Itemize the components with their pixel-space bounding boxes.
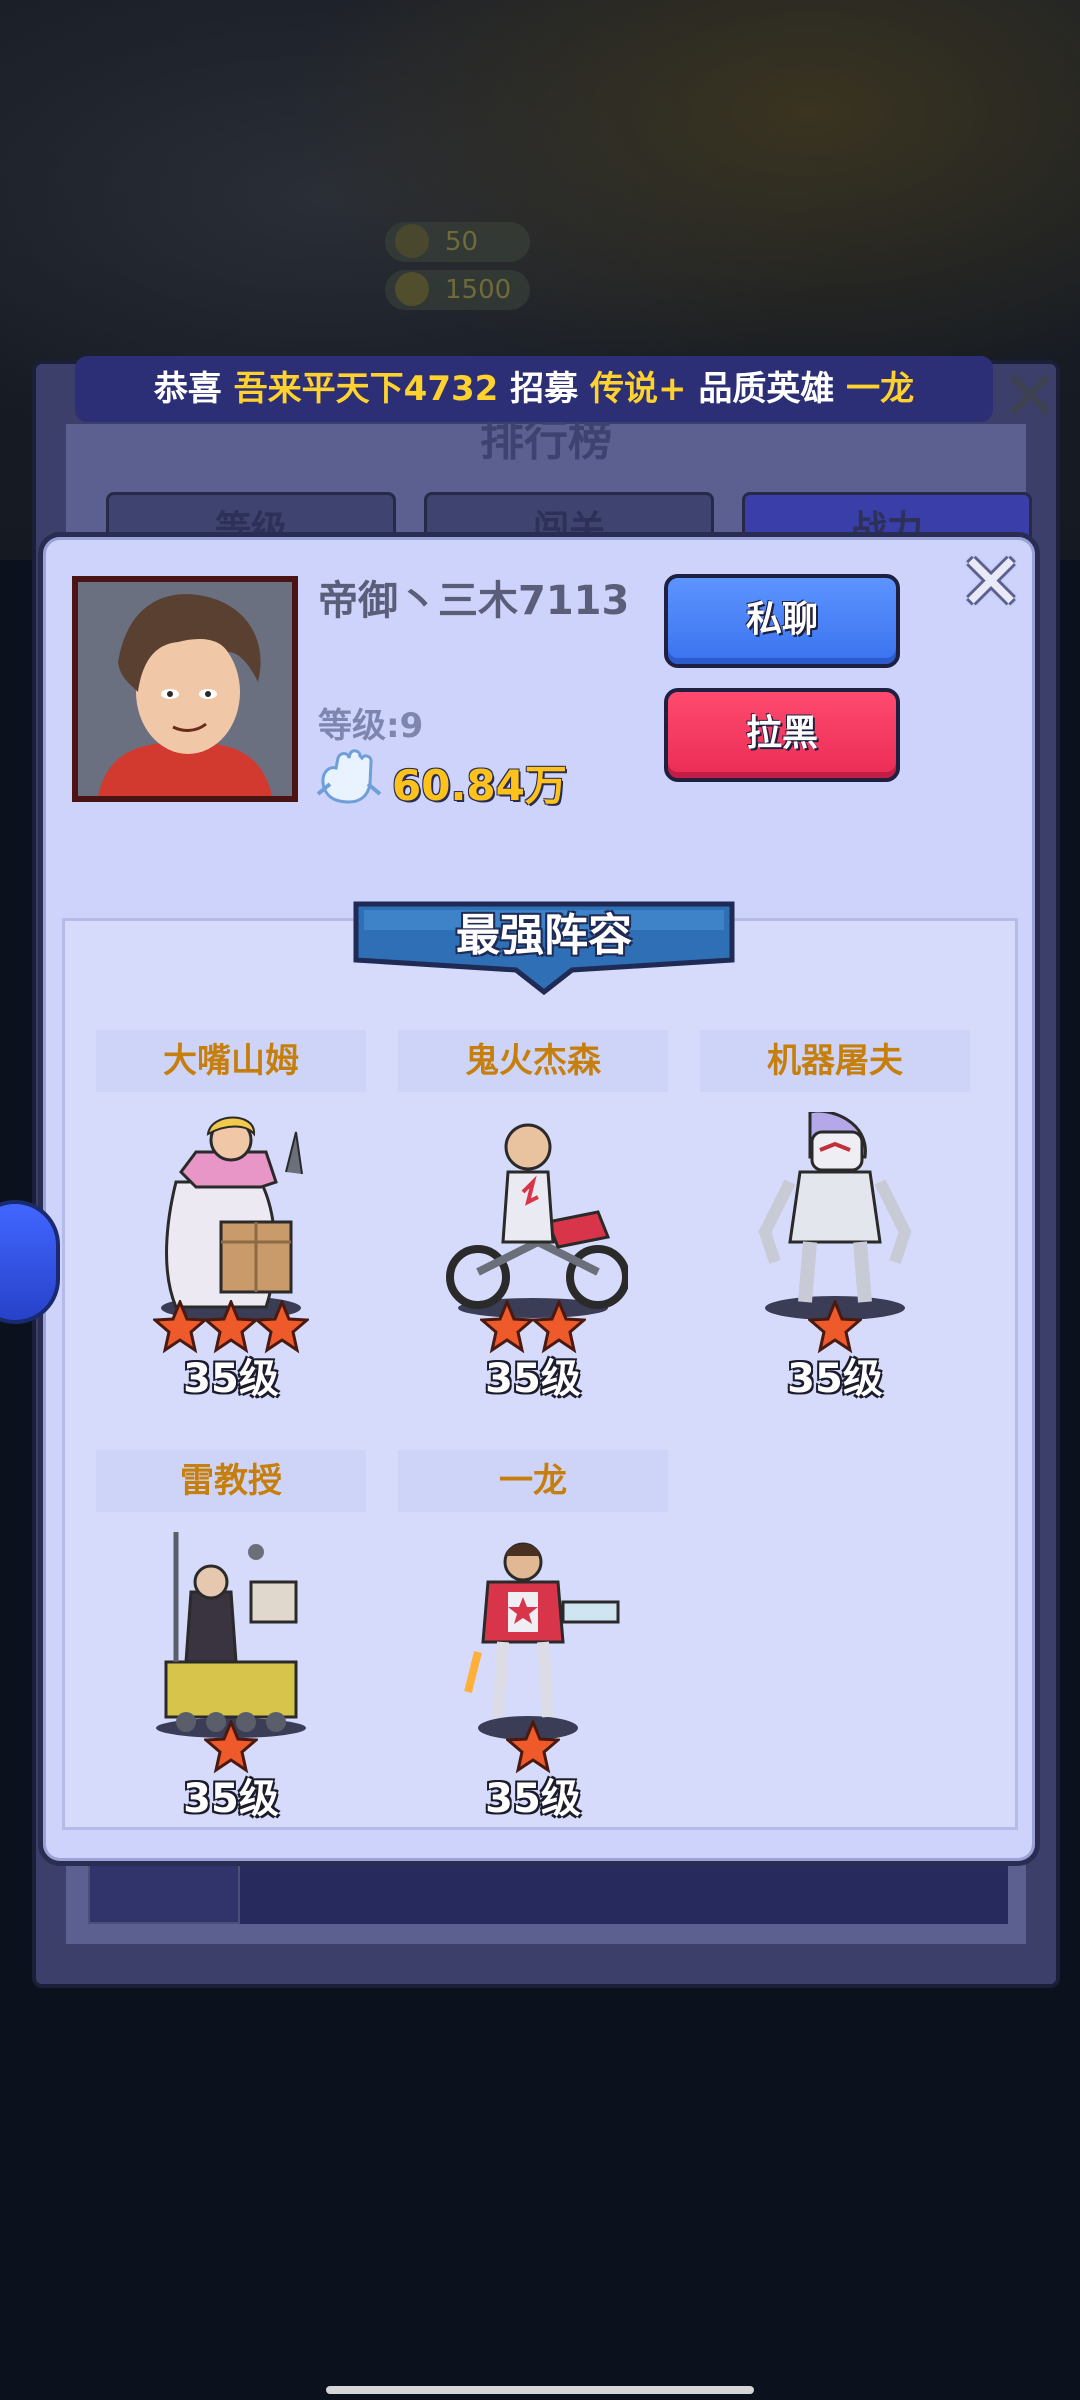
hero-portrait-icon: [446, 1123, 628, 1318]
hero-portrait-icon: [156, 1532, 306, 1738]
avatar-portrait-icon: [78, 582, 292, 796]
player-name: 帝御丶三木7113: [318, 578, 630, 624]
home-indicator[interactable]: [326, 2386, 754, 2394]
player-avatar[interactable]: [72, 576, 298, 802]
hero-card-1[interactable]: 大嘴山姆 35级: [96, 1030, 366, 1430]
hero-name: 大嘴山姆: [163, 1041, 299, 1081]
hero-level: 35级: [183, 1776, 279, 1822]
hero-level: 35级: [183, 1356, 279, 1402]
notice-prefix: 恭喜: [153, 369, 222, 409]
hero-level: 35级: [485, 1776, 581, 1822]
hero-name: 雷教授: [180, 1461, 282, 1501]
ranking-list-row-cell: [88, 1862, 240, 1924]
hero-name: 一龙: [499, 1461, 567, 1501]
hero-portrait-icon: [464, 1542, 620, 1740]
notice-action: 招募: [510, 369, 579, 409]
close-icon[interactable]: ✕: [955, 544, 1027, 622]
hero-level: 35级: [485, 1356, 581, 1402]
notice-hero: 一龙: [846, 369, 915, 409]
hero-card-4[interactable]: 雷教授 35级: [96, 1450, 366, 1850]
side-menu-icon[interactable]: [0, 1200, 60, 1324]
hero-name: 鬼火杰森: [465, 1041, 601, 1081]
player-level: 等级:9: [318, 706, 424, 746]
hud-stat-value: 50: [445, 227, 479, 257]
notice-mid: 品质英雄: [698, 369, 835, 409]
private-chat-button[interactable]: 私聊: [664, 574, 900, 668]
lineup-title: 最强阵容: [456, 910, 632, 961]
hero-portrait-icon: [758, 1112, 912, 1320]
hero-card-5[interactable]: 一龙 35级: [398, 1450, 668, 1850]
hud-coins: 1500: [385, 270, 530, 310]
hero-portrait-icon: [161, 1116, 303, 1320]
hud-coins-value: 1500: [445, 275, 512, 305]
ranking-close-icon[interactable]: ✕: [996, 361, 1064, 431]
hero-level: 35级: [787, 1356, 883, 1402]
hero-card-3[interactable]: 机器屠夫 35级: [700, 1030, 970, 1430]
notice-quality: 传说+: [589, 369, 687, 409]
recruit-notice-banner: 恭喜 吾来平天下4732 招募 传说+ 品质英雄 一龙: [75, 356, 993, 422]
hud-stat: 50: [385, 222, 530, 262]
hero-card-2[interactable]: 鬼火杰森 35级: [398, 1030, 668, 1430]
notice-player: 吾来平天下4732: [233, 369, 499, 409]
hero-name: 机器屠夫: [767, 1041, 903, 1081]
player-power: 60.84万: [392, 761, 567, 810]
block-button[interactable]: 拉黑: [664, 688, 900, 782]
fist-power-icon: [316, 749, 382, 804]
